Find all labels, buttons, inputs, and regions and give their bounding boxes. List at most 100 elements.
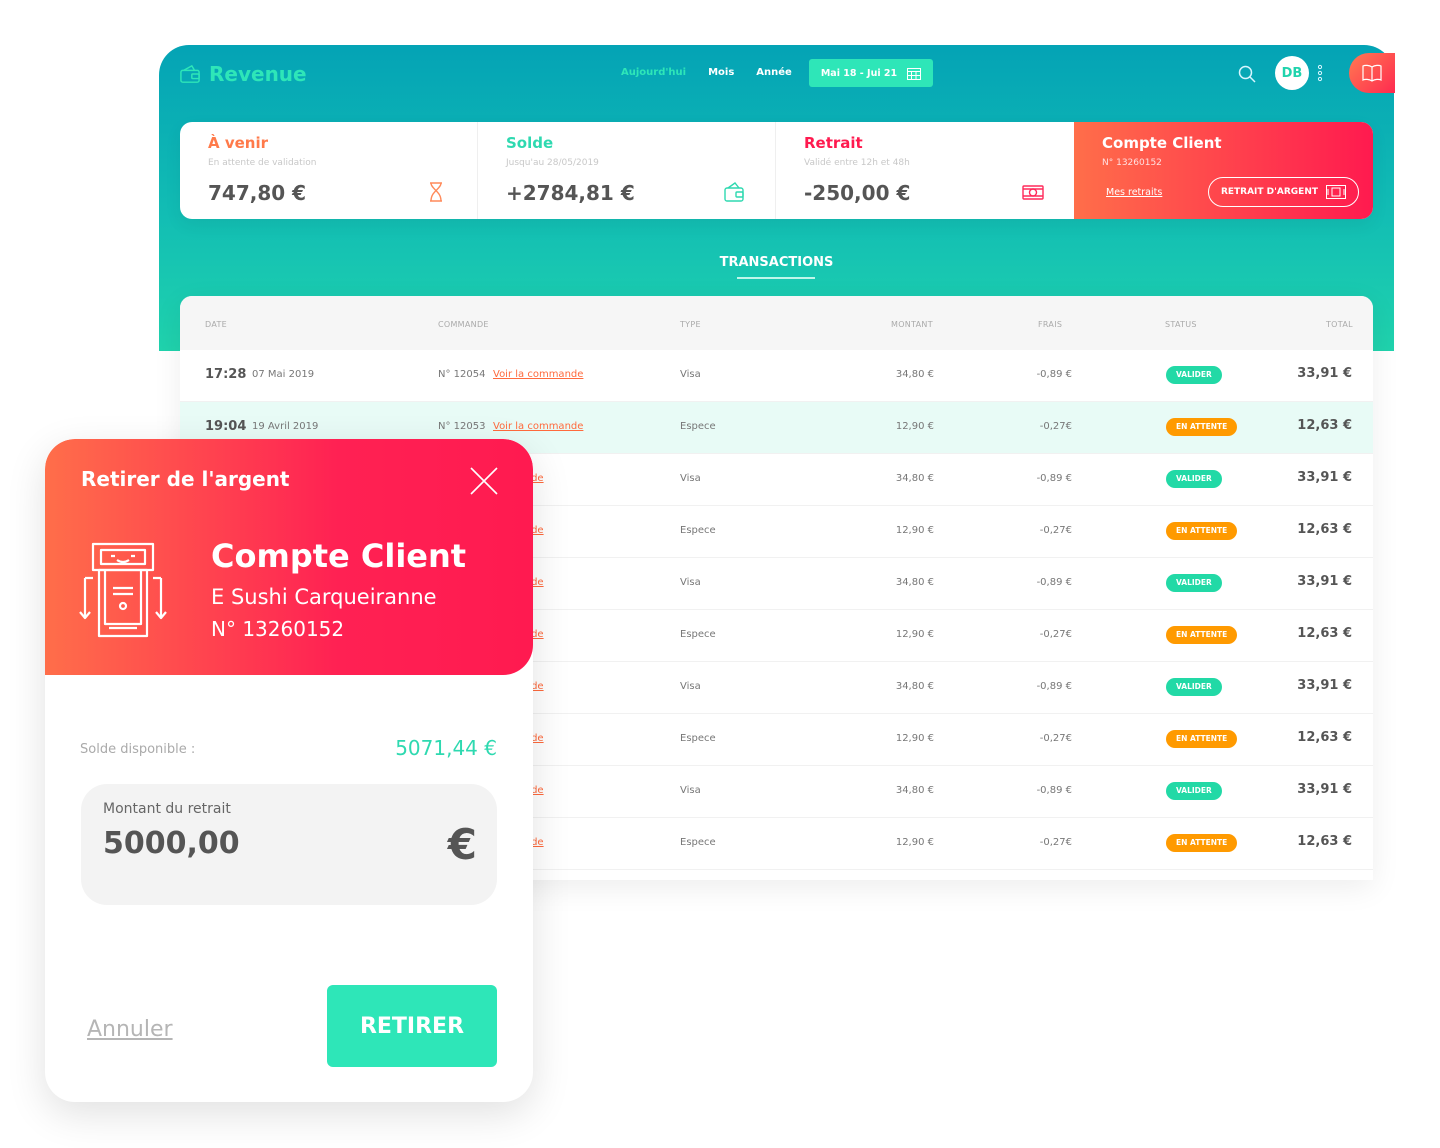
row-amount: 12,90 € <box>895 733 934 744</box>
row-date: 07 Mai 2019 <box>252 369 315 380</box>
row-total: 33,91 € <box>1297 366 1352 381</box>
row-amount: 12,90 € <box>895 421 934 432</box>
row-status-badge: EN ATTENTE <box>1166 626 1238 644</box>
transactions-underline <box>737 277 815 279</box>
amount-value[interactable]: 5000,00 <box>103 826 240 861</box>
withdraw-submit-button[interactable]: RETIRER <box>327 985 497 1067</box>
withdraw-money-button[interactable]: RETRAIT D'ARGENT <box>1207 177 1359 207</box>
header-total: TOTAL <box>1326 320 1353 329</box>
row-amount: 34,80 € <box>895 473 934 484</box>
card-withdrawal-value: -250,00 € <box>804 181 911 205</box>
card-withdrawal: Retrait Validé entre 12h et 48h -250,00 … <box>776 122 1074 219</box>
header-amount: MONTANT <box>891 320 933 329</box>
close-icon[interactable] <box>469 466 499 496</box>
card-withdrawal-title: Retrait <box>804 134 863 152</box>
row-status-badge: VALIDER <box>1166 366 1222 384</box>
table-header: DATE COMMANDE TYPE MONTANT FRAIS STATUS … <box>180 296 1373 350</box>
header-status: STATUS <box>1165 320 1197 329</box>
row-type: Espece <box>680 421 716 432</box>
kebab-menu-icon[interactable] <box>1317 64 1323 82</box>
row-fees: -0,89 € <box>1036 577 1072 588</box>
row-amount: 34,80 € <box>895 681 934 692</box>
period-today[interactable]: Aujourd'hui <box>621 67 686 78</box>
row-total: 33,91 € <box>1297 678 1352 693</box>
header-date: DATE <box>205 320 228 329</box>
row-status-badge: VALIDER <box>1166 470 1222 488</box>
row-type: Visa <box>680 577 701 588</box>
row-order-link[interactable]: Voir la commande <box>493 369 583 380</box>
row-status-badge: VALIDER <box>1166 782 1222 800</box>
row-fees: -0,89 € <box>1036 473 1072 484</box>
row-type: Visa <box>680 681 701 692</box>
row-total: 12,63 € <box>1297 626 1352 641</box>
header-type: TYPE <box>680 320 701 329</box>
row-status-badge: EN ATTENTE <box>1166 522 1238 540</box>
row-total: 33,91 € <box>1297 782 1352 797</box>
modal-title: Retirer de l'argent <box>81 467 290 491</box>
period-year[interactable]: Année <box>756 67 792 78</box>
modal-header: Retirer de l'argent Compte Client E Sush… <box>45 439 533 675</box>
withdraw-modal: Retirer de l'argent Compte Client E Sush… <box>45 439 533 1102</box>
row-amount: 12,90 € <box>895 525 934 536</box>
row-type: Visa <box>680 785 701 796</box>
corner-menu-button[interactable] <box>1349 53 1395 93</box>
row-total: 33,91 € <box>1297 470 1352 485</box>
atm-card-icon <box>1326 185 1346 199</box>
table-row[interactable]: 17:28 07 Mai 2019 N° 12054 Voir la commande… <box>180 350 1373 402</box>
row-time: 19:04 <box>205 419 247 434</box>
row-order-number: N° 12054 <box>438 369 486 380</box>
account-place: E Sushi Carqueiranne <box>211 585 437 609</box>
book-icon <box>1362 64 1382 82</box>
hourglass-icon <box>430 182 442 202</box>
cancel-link[interactable]: Annuler <box>87 1017 173 1042</box>
row-type: Espece <box>680 837 716 848</box>
date-range-label: Mai 18 - Jui 21 <box>820 67 898 79</box>
search-icon[interactable] <box>1238 65 1256 83</box>
card-balance: Solde Jusqu'au 28/05/2019 +2784,81 € <box>478 122 776 219</box>
card-balance-title: Solde <box>506 134 554 152</box>
row-fees: -0,89 € <box>1036 369 1072 380</box>
withdraw-money-label: RETRAIT D'ARGENT <box>1220 187 1318 197</box>
my-withdrawals-link[interactable]: Mes retraits <box>1106 187 1162 198</box>
row-type: Espece <box>680 629 716 640</box>
header-order: COMMANDE <box>438 320 489 329</box>
row-total: 12,63 € <box>1297 730 1352 745</box>
euro-icon: € <box>447 820 477 869</box>
row-total: 33,91 € <box>1297 574 1352 589</box>
row-date: 19 Avril 2019 <box>252 421 319 432</box>
date-range-picker[interactable]: Mai 18 - Jui 21 <box>809 59 933 87</box>
app-brand[interactable]: Revenue <box>179 61 307 87</box>
period-nav: Aujourd'hui Mois Année <box>621 67 792 78</box>
row-status-badge: EN ATTENTE <box>1166 418 1238 436</box>
row-fees: -0,27€ <box>1039 525 1072 536</box>
row-total: 12,63 € <box>1297 522 1352 537</box>
period-month[interactable]: Mois <box>708 67 734 78</box>
row-fees: -0,27€ <box>1039 733 1072 744</box>
row-amount: 12,90 € <box>895 837 934 848</box>
row-fees: -0,89 € <box>1036 681 1072 692</box>
wallet-logo-icon <box>180 64 200 83</box>
row-order-link[interactable]: Voir la commande <box>493 421 583 432</box>
account-number: N° 13260152 <box>211 617 345 641</box>
card-upcoming-title: À venir <box>208 134 268 152</box>
card-upcoming-value: 747,80 € <box>208 181 307 205</box>
user-avatar[interactable]: DB <box>1275 56 1309 90</box>
withdraw-amount-field[interactable]: Montant du retrait 5000,00 € <box>81 784 497 905</box>
row-status-badge: VALIDER <box>1166 678 1222 696</box>
row-amount: 34,80 € <box>895 785 934 796</box>
row-fees: -0,27€ <box>1039 421 1072 432</box>
card-upcoming-subtitle: En attente de validation <box>208 158 317 168</box>
balance-label: Solde disponible : <box>80 742 196 757</box>
card-withdrawal-subtitle: Validé entre 12h et 48h <box>804 158 910 168</box>
row-amount: 12,90 € <box>895 629 934 640</box>
card-upcoming: À venir En attente de validation 747,80 … <box>180 122 478 219</box>
row-fees: -0,89 € <box>1036 785 1072 796</box>
row-type: Visa <box>680 369 701 380</box>
atm-icon <box>79 542 167 638</box>
row-total: 12,63 € <box>1297 418 1352 433</box>
wallet-icon <box>724 182 744 202</box>
row-time: 17:28 <box>205 367 247 382</box>
row-total: 12,63 € <box>1297 834 1352 849</box>
card-balance-value: +2784,81 € <box>506 181 635 205</box>
balance-value: 5071,44 € <box>395 736 497 760</box>
